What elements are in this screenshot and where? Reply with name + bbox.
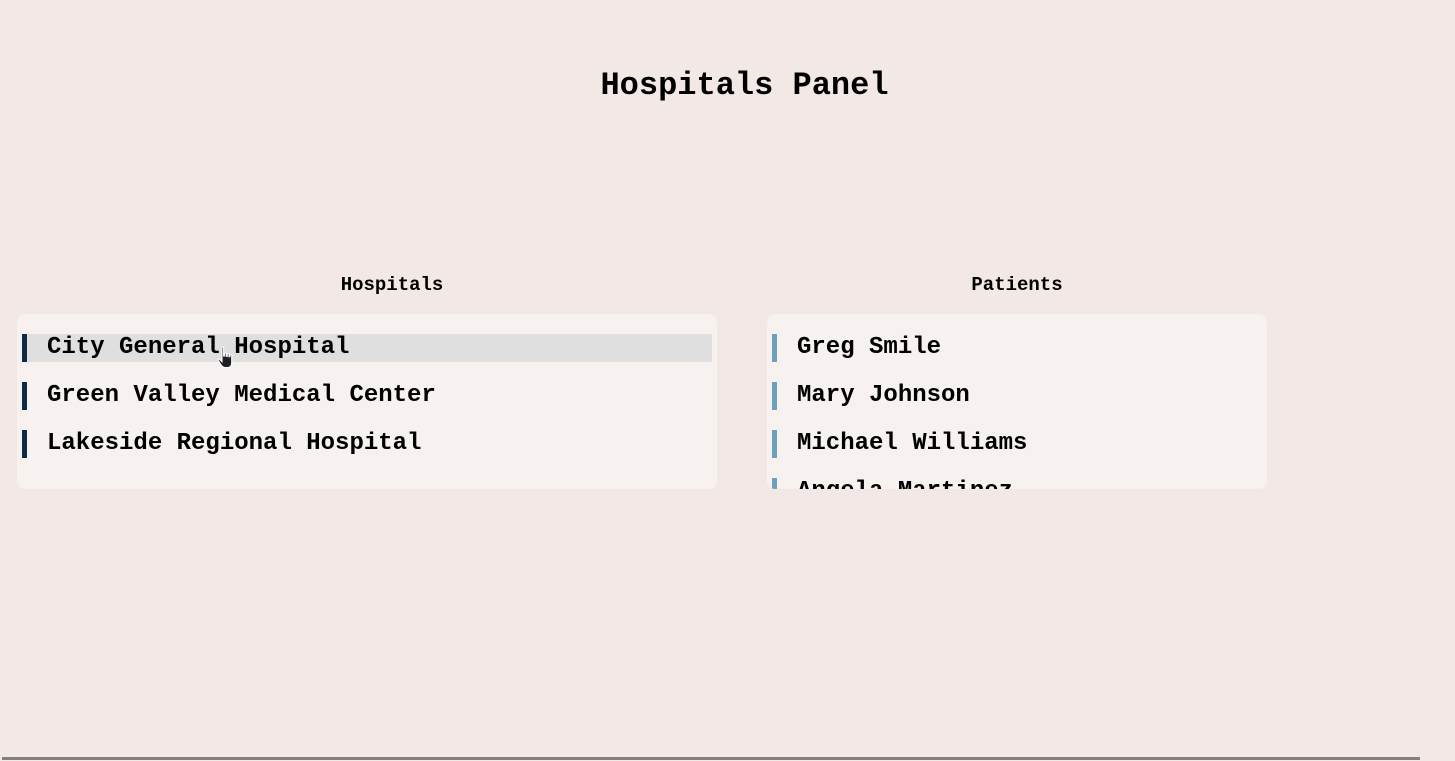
page: Hospitals Panel Hospitals Patients City …	[0, 0, 1455, 761]
horizontal-scrollbar[interactable]	[2, 757, 1420, 760]
hospitals-heading: Hospitals	[340, 274, 444, 296]
hospitals-list: City General Hospital Green Valley Medic…	[17, 314, 717, 458]
patient-item-mary-johnson[interactable]: Mary Johnson	[772, 382, 1262, 410]
patient-item-angela-martinez[interactable]: Angela Martinez	[772, 478, 1262, 489]
hand-pointer-icon	[217, 346, 233, 369]
hospital-item-lakeside-regional[interactable]: Lakeside Regional Hospital	[22, 430, 712, 458]
page-title: Hospitals Panel	[600, 67, 889, 104]
hospital-item-city-general[interactable]: City General Hospital	[22, 334, 712, 362]
patients-list: Greg Smile Mary Johnson Michael Williams…	[767, 314, 1267, 489]
patients-heading: Patients	[971, 274, 1063, 296]
patients-panel[interactable]: Greg Smile Mary Johnson Michael Williams…	[767, 314, 1267, 489]
hospital-item-green-valley[interactable]: Green Valley Medical Center	[22, 382, 712, 410]
hospitals-panel: City General Hospital Green Valley Medic…	[17, 314, 717, 489]
patient-item-michael-williams[interactable]: Michael Williams	[772, 430, 1262, 458]
patient-item-greg-smile[interactable]: Greg Smile	[772, 334, 1262, 362]
